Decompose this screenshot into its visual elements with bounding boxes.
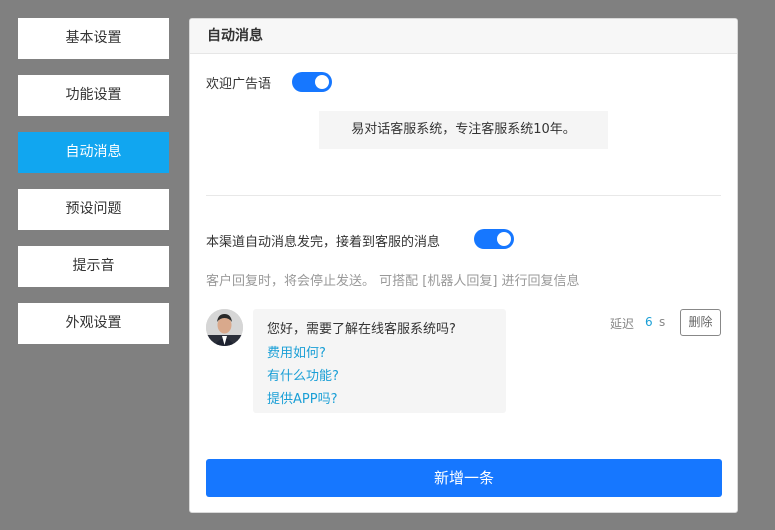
toggle-knob [315, 75, 329, 89]
auto-message-panel: 自动消息 欢迎广告语 易对话客服系统，专注客服系统10年。 本渠道自动消息发完，… [189, 18, 738, 513]
avatar [206, 309, 243, 346]
sidebar-item-appearance-settings[interactable]: 外观设置 [18, 303, 169, 344]
add-message-button[interactable]: 新增一条 [206, 459, 722, 497]
welcome-toggle[interactable] [292, 72, 332, 92]
message-bubble: 您好，需要了解在线客服系统吗? 费用如何? 有什么功能? 提供APP吗? [253, 309, 506, 413]
message-question: 您好，需要了解在线客服系统吗? [267, 322, 456, 337]
sidebar-item-basic-settings[interactable]: 基本设置 [18, 18, 169, 59]
message-link[interactable]: 提供APP吗? [267, 388, 337, 407]
delay-label: 延迟 [610, 317, 635, 331]
delay-unit: s [659, 315, 666, 329]
sidebar-item-notification-sound[interactable]: 提示音 [18, 246, 169, 287]
sidebar-item-auto-messages[interactable]: 自动消息 [18, 132, 169, 173]
panel-title: 自动消息 [190, 19, 737, 54]
channel-label: 本渠道自动消息发完，接着到客服的消息 [206, 235, 441, 250]
toggle-knob [497, 232, 511, 246]
channel-toggle[interactable] [474, 229, 514, 249]
message-link[interactable]: 有什么功能? [267, 365, 339, 384]
sidebar-item-feature-settings[interactable]: 功能设置 [18, 75, 169, 116]
delay-value[interactable]: 6 [645, 315, 653, 329]
channel-hint: 客户回复时，将会停止发送。 可搭配 [机器人回复] 进行回复信息 [206, 274, 580, 289]
delete-button[interactable]: 删除 [680, 309, 721, 336]
welcome-message: 易对话客服系统，专注客服系统10年。 [319, 111, 608, 149]
message-link[interactable]: 费用如何? [267, 342, 326, 361]
avatar-icon [206, 309, 243, 346]
welcome-label: 欢迎广告语 [206, 77, 272, 92]
divider [206, 195, 721, 196]
sidebar-item-preset-questions[interactable]: 预设问题 [18, 189, 169, 230]
